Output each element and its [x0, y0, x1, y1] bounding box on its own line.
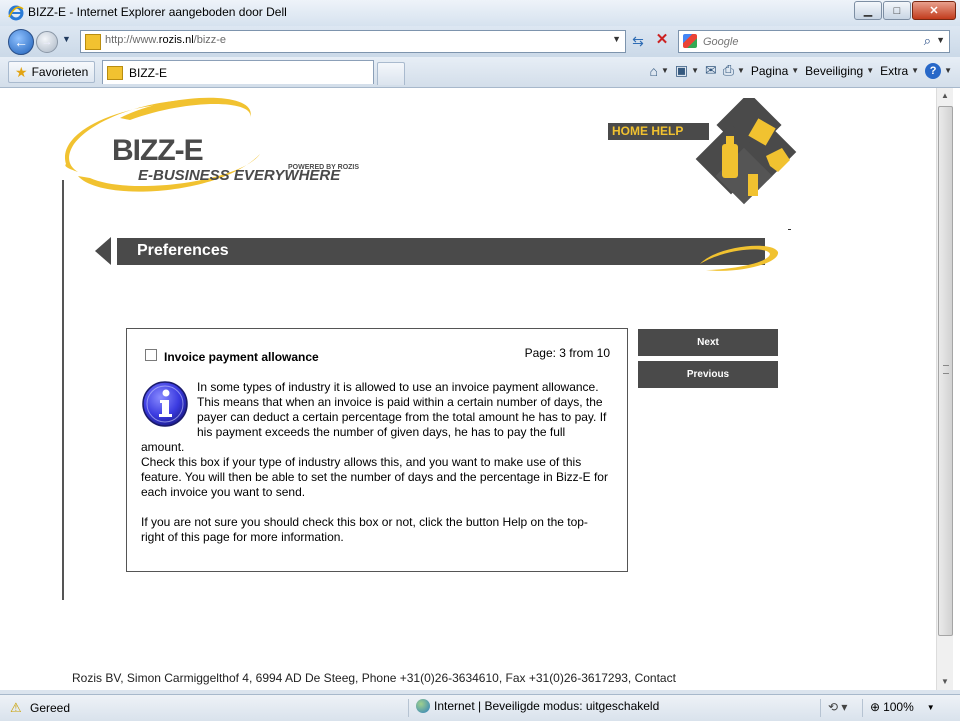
address-row: ← → ▼ http://www.rozis.nl/bizz-e ▼ ⇆ ✕ ⌕…: [0, 26, 960, 57]
page-footer: Rozis BV, Simon Carmiggelthof 4, 6994 AD…: [72, 671, 676, 685]
status-text: Gereed: [30, 701, 71, 715]
internet-explorer-icon: [8, 5, 24, 21]
scroll-up-icon[interactable]: ▲: [937, 88, 953, 104]
address-bar[interactable]: http://www.rozis.nl/bizz-e ▼: [80, 30, 626, 53]
mail-button[interactable]: ✉: [705, 62, 717, 79]
zoom-control[interactable]: ⊕ 100% ▼: [870, 700, 935, 714]
print-button[interactable]: ⎙ ▼: [723, 62, 745, 79]
close-window-button[interactable]: ✕: [912, 1, 956, 20]
section-title-bar: Preferences: [117, 238, 765, 265]
tab-bizz-e[interactable]: BIZZ-E: [102, 60, 374, 84]
instruction-paragraph: Check this box if your type of industry …: [141, 455, 608, 499]
status-separator: [408, 699, 409, 717]
box-icon: [748, 174, 758, 196]
preference-card: Invoice payment allowance Page: 3 from 1…: [126, 328, 628, 572]
tab-label: BIZZ-E: [129, 65, 167, 80]
back-arrow-icon: ←: [14, 34, 28, 50]
star-icon: ★: [15, 63, 28, 80]
scroll-down-icon[interactable]: ▼: [937, 674, 953, 690]
chevron-down-icon: ▼: [791, 66, 800, 75]
logo-powered-text: POWERED BY ROZIS: [288, 164, 359, 171]
minimize-button[interactable]: ▁: [854, 1, 882, 20]
recent-pages-dropdown[interactable]: ▼: [62, 34, 71, 44]
status-separator: [820, 699, 821, 717]
page-menu[interactable]: Pagina ▼: [751, 64, 799, 78]
chevron-down-icon: ▼: [926, 702, 935, 712]
maximize-button[interactable]: □: [883, 1, 911, 20]
zoom-level: 100%: [883, 700, 914, 714]
help-menu[interactable]: ? ▼: [925, 62, 952, 79]
protected-mode-icon[interactable]: ⟲ ▾: [828, 700, 847, 714]
address-dropdown-icon[interactable]: ▼: [612, 34, 621, 44]
chevron-down-icon: ▼: [944, 66, 952, 75]
forward-arrow-icon: →: [41, 36, 53, 48]
status-separator: [862, 699, 863, 717]
refresh-icon[interactable]: ⇆: [630, 33, 646, 49]
bottle-icon: [722, 144, 738, 178]
stop-icon[interactable]: ✕: [654, 32, 670, 48]
back-button[interactable]: ←: [8, 29, 34, 55]
site-favicon-icon: [85, 34, 101, 50]
chevron-down-icon: ▼: [911, 66, 920, 75]
printer-icon: ⎙: [722, 62, 734, 78]
zone-text: Internet | Beveiligde modus: uitgeschake…: [434, 699, 660, 713]
tab-row: ★ Favorieten BIZZ-E ⌂ ▼ ▣ ▼ ✉ ⎙ ▼ Pagina ▼ B…: [0, 57, 960, 88]
chevron-down-icon: ▼: [866, 66, 875, 75]
invoice-payment-allowance-checkbox[interactable]: [145, 349, 157, 361]
search-dropdown-icon[interactable]: ▼: [936, 35, 945, 45]
zoom-icon: ⊕: [870, 700, 881, 714]
header-diamonds-graphic: [695, 98, 797, 205]
search-icon[interactable]: ⌕: [924, 33, 931, 49]
rss-feed-icon: ▣: [674, 62, 689, 78]
page-title: Preferences: [137, 242, 229, 259]
window-controls: ▁ □ ✕: [854, 1, 956, 20]
warning-icon: ⚠: [10, 700, 22, 715]
checkbox-label: Invoice payment allowance: [164, 350, 319, 364]
next-button[interactable]: Next: [638, 329, 778, 356]
scroll-thumb[interactable]: [938, 106, 953, 636]
globe-icon: [416, 699, 430, 713]
security-zone[interactable]: Internet | Beveiligde modus: uitgeschake…: [416, 699, 659, 713]
favorites-label: Favorieten: [31, 65, 89, 79]
security-menu-label: Beveiliging: [805, 63, 864, 78]
page-menu-label: Pagina: [750, 63, 789, 78]
status-bar: ⚠ Gereed Internet | Beveiligde modus: ui…: [0, 694, 960, 721]
chevron-down-icon: ▼: [736, 66, 745, 75]
command-bar: ⌂ ▼ ▣ ▼ ✉ ⎙ ▼ Pagina ▼ Beveiliging ▼ Extra ▼ ?…: [649, 62, 952, 79]
description-paragraph: In some types of industry it is allowed …: [141, 380, 607, 454]
help-note-paragraph: If you are not sure you should check thi…: [141, 515, 588, 544]
logo-main-text: BIZZ-E: [112, 134, 203, 167]
left-divider: [62, 180, 64, 600]
chevron-down-icon: ▼: [691, 66, 700, 75]
bizz-e-logo: BIZZ-E E-BUSINESS EVERYWHERE POWERED BY …: [64, 97, 359, 192]
address-url[interactable]: http://www.rozis.nl/bizz-e: [105, 34, 226, 46]
mail-icon: ✉: [705, 62, 717, 78]
home-button[interactable]: ⌂ ▼: [649, 63, 668, 79]
tab-favicon-icon: [107, 65, 123, 80]
new-tab-button[interactable]: [377, 62, 405, 85]
favorites-button[interactable]: ★ Favorieten: [8, 61, 96, 83]
page-viewport: BIZZ-E E-BUSINESS EVERYWHERE POWERED BY …: [8, 88, 936, 690]
feeds-button[interactable]: ▣ ▼: [675, 62, 699, 79]
title-bar: BIZZ-E - Internet Explorer aangeboden do…: [0, 0, 960, 27]
page-indicator: Page: 3 from 10: [524, 346, 610, 360]
description-text: In some types of industry it is allowed …: [141, 380, 611, 545]
window-title: BIZZ-E - Internet Explorer aangeboden do…: [28, 5, 287, 19]
extra-menu[interactable]: Extra ▼: [880, 64, 919, 78]
vertical-scrollbar[interactable]: ▲ ▼: [936, 88, 953, 690]
header-tick-mark: [788, 229, 791, 230]
search-box[interactable]: ⌕ ▼: [678, 30, 950, 53]
forward-button[interactable]: →: [36, 31, 58, 53]
security-menu[interactable]: Beveiliging ▼: [805, 64, 874, 78]
search-input[interactable]: [701, 33, 905, 50]
chevron-down-icon: ▼: [660, 66, 669, 75]
google-icon: [683, 34, 697, 48]
help-icon: ?: [925, 62, 942, 79]
home-icon: ⌂: [649, 62, 658, 79]
extra-menu-label: Extra: [880, 63, 909, 78]
previous-button[interactable]: Previous: [638, 361, 778, 388]
title-swoosh-graphic: [700, 245, 779, 271]
back-arrow-icon[interactable]: [95, 237, 111, 265]
